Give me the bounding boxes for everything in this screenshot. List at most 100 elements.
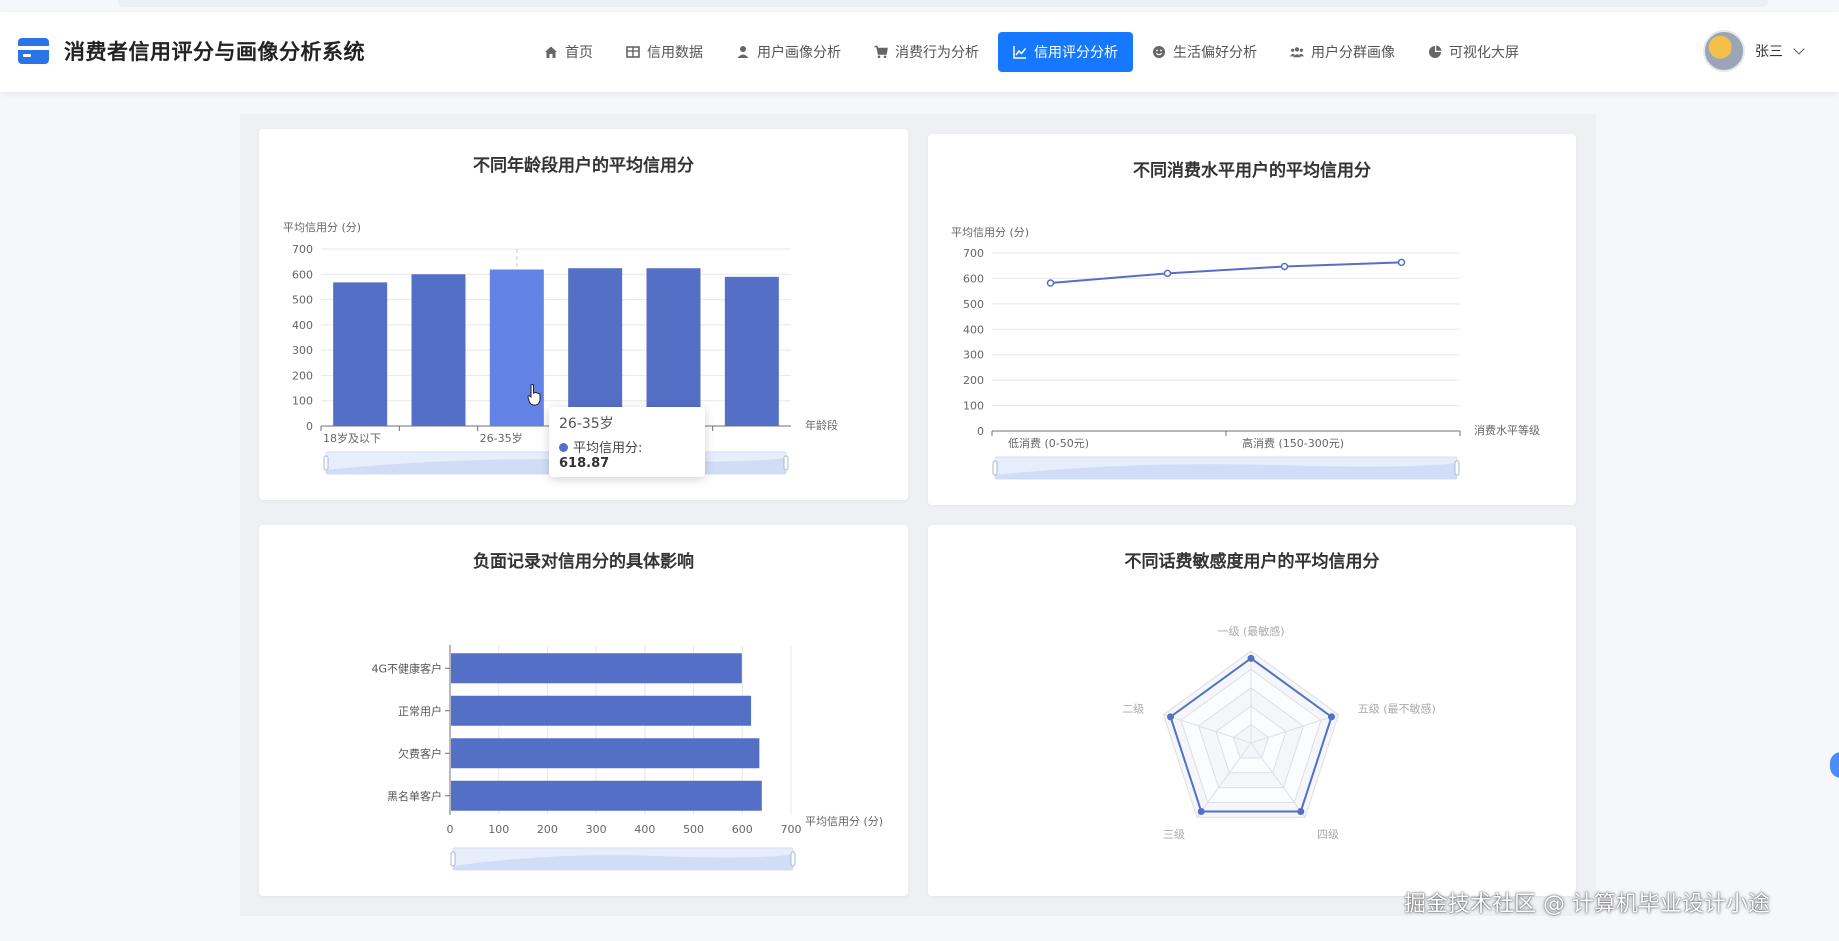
x-tick-label: 700 xyxy=(781,823,802,836)
y-tick-label: 0 xyxy=(977,425,984,438)
nav-label: 信用数据 xyxy=(647,45,703,61)
y-tick-label: 100 xyxy=(292,395,313,408)
tooltip-series: 平均信用分 xyxy=(573,441,639,456)
floating-handle[interactable] xyxy=(1830,752,1839,778)
cart-icon xyxy=(874,45,888,59)
data-point xyxy=(1046,279,1055,287)
x-tick-label: 600 xyxy=(732,823,753,836)
user-icon xyxy=(736,45,750,59)
radar-point xyxy=(1167,713,1175,721)
y-tick-label: 0 xyxy=(306,420,313,433)
y-tick-label: 600 xyxy=(292,268,313,281)
data-point xyxy=(1163,269,1172,278)
bar xyxy=(411,274,466,426)
brand[interactable]: 消费者信用评分与画像分析系统 xyxy=(18,36,365,66)
nav-label: 用户画像分析 xyxy=(757,45,841,61)
nav-item-lifestyle[interactable]: 生活偏好分析 xyxy=(1138,32,1271,72)
radar-indicator-label: 一级 (最敏感) xyxy=(1217,624,1284,638)
datazoom-handle-left xyxy=(992,460,998,476)
radar-indicator-label: 二级 xyxy=(1122,702,1144,715)
series-dot xyxy=(559,443,568,452)
y-axis-title: 平均信用分 (分) xyxy=(283,221,361,234)
chevron-down-icon[interactable] xyxy=(1793,43,1805,55)
x-tick-label: 200 xyxy=(537,823,558,836)
x-axis-title: 年龄段 xyxy=(805,418,838,432)
chart-tooltip: 26-35岁 平均信用分: 618.87 xyxy=(549,407,705,477)
avatar[interactable] xyxy=(1703,30,1745,72)
nav-item-user-profile[interactable]: 用户画像分析 xyxy=(722,32,855,72)
consumption-line-chart[interactable]: 平均信用分 (分) 0 100 200 300 400 500 600 700 低消费 (0-50… xyxy=(928,134,1576,505)
datazoom-handle-right xyxy=(790,851,796,867)
panel-consumption-credit: 不同消费水平用户的平均信用分 平均信用分 (分) 0 100 200 300 400 500… xyxy=(928,134,1576,505)
radar-point xyxy=(1247,654,1255,662)
tooltip-title: 26-35岁 xyxy=(559,416,614,432)
sensitivity-radar-chart[interactable]: 一级 (最敏感) 五级 (最不敏感) 四级 三级 二级 xyxy=(928,525,1576,896)
x-axis-title: 消费水平等级 xyxy=(1474,423,1540,437)
y-axis-title: 平均信用分 (分) xyxy=(951,226,1029,239)
y-tick-label: 正常用户 xyxy=(398,704,442,718)
bar xyxy=(646,268,701,426)
hand-cursor-icon xyxy=(527,384,541,406)
radar-indicator-label: 四级 xyxy=(1317,828,1339,841)
app-title: 消费者信用评分与画像分析系统 xyxy=(64,40,365,64)
y-tick-label: 300 xyxy=(963,349,984,362)
radar-indicator-label: 三级 xyxy=(1163,828,1185,841)
x-tick-label: 400 xyxy=(634,823,655,836)
x-tick-label: 300 xyxy=(586,823,607,836)
datazoom-handle-right xyxy=(783,455,789,471)
y-tick-label: 700 xyxy=(963,247,984,260)
nav-item-credit-score[interactable]: 信用评分分析 xyxy=(998,32,1133,72)
top-header: 消费者信用评分与画像分析系统 首页 信用数据 用户画像分析 消费行为分析 信用评… xyxy=(0,12,1839,92)
y-tick-label: 4G不健康客户 xyxy=(371,661,442,675)
x-axis-title: 平均信用分 (分) xyxy=(805,815,883,828)
top-scroll-strip xyxy=(118,0,1768,7)
nav-item-credit-data[interactable]: 信用数据 xyxy=(612,32,717,72)
datazoom-handle-left xyxy=(450,851,456,867)
nav-item-dashboard[interactable]: 可视化大屏 xyxy=(1414,32,1533,72)
radar-indicator-label: 五级 (最不敏感) xyxy=(1358,701,1436,715)
tooltip-row: 平均信用分: 618.87 xyxy=(559,441,643,471)
x-tick-label: 26-35岁 xyxy=(480,431,523,445)
bar xyxy=(568,268,623,426)
radar-point xyxy=(1197,807,1205,815)
y-tick-label: 400 xyxy=(963,323,984,336)
y-tick-label: 300 xyxy=(292,344,313,357)
y-tick-label: 欠费客户 xyxy=(398,746,442,760)
data-point xyxy=(1280,262,1289,271)
nav-label: 信用评分分析 xyxy=(1034,45,1118,61)
nav-label: 用户分群画像 xyxy=(1311,45,1395,61)
smile-icon xyxy=(1152,45,1166,59)
data-point xyxy=(1397,258,1406,267)
bar xyxy=(451,653,742,684)
nav-label: 首页 xyxy=(565,45,593,61)
nav-item-segments[interactable]: 用户分群画像 xyxy=(1276,32,1409,72)
nav-item-consumption[interactable]: 消费行为分析 xyxy=(860,32,993,72)
bar xyxy=(451,780,762,811)
radar-point xyxy=(1327,713,1335,721)
pie-chart-icon xyxy=(1428,45,1442,59)
series-line xyxy=(1050,261,1402,285)
user-name: 张三 xyxy=(1755,44,1783,60)
watermark: 掘金技术社区 @ 计算机毕业设计小途 xyxy=(1404,892,1770,917)
datazoom-handle-left xyxy=(323,455,329,471)
bar xyxy=(333,282,388,426)
x-tick-label: 18岁及以下 xyxy=(323,431,381,445)
bar xyxy=(451,695,752,726)
y-tick-label: 100 xyxy=(963,400,984,413)
line-chart-icon xyxy=(1013,45,1027,59)
user-menu[interactable]: 张三 xyxy=(1703,30,1805,72)
y-tick-label: 黑名单客户 xyxy=(387,789,442,803)
tooltip-value: 618.87 xyxy=(559,456,610,471)
nav-label: 生活偏好分析 xyxy=(1173,45,1257,61)
negative-records-bar-chart[interactable]: 0 100 200 300 400 500 600 700 4G不健康客户正常用户欠费客户黑名单… xyxy=(259,525,908,896)
nav-item-home[interactable]: 首页 xyxy=(530,32,607,72)
bar xyxy=(451,738,760,769)
datazoom-handle-right xyxy=(1454,460,1460,476)
table-icon xyxy=(626,45,640,59)
x-tick-label: 低消费 (0-50元) xyxy=(1008,436,1089,450)
panel-negative-records: 负面记录对信用分的具体影响 0 100 200 300 400 500 600 700 4G不健… xyxy=(259,525,908,896)
radar-point xyxy=(1297,807,1305,815)
panel-sensitivity: 不同话费敏感度用户的平均信用分 一级 (最敏感) 五级 (最不敏感) 四级 三级 二级 xyxy=(928,525,1576,896)
y-tick-label: 500 xyxy=(963,298,984,311)
y-tick-label: 500 xyxy=(292,294,313,307)
